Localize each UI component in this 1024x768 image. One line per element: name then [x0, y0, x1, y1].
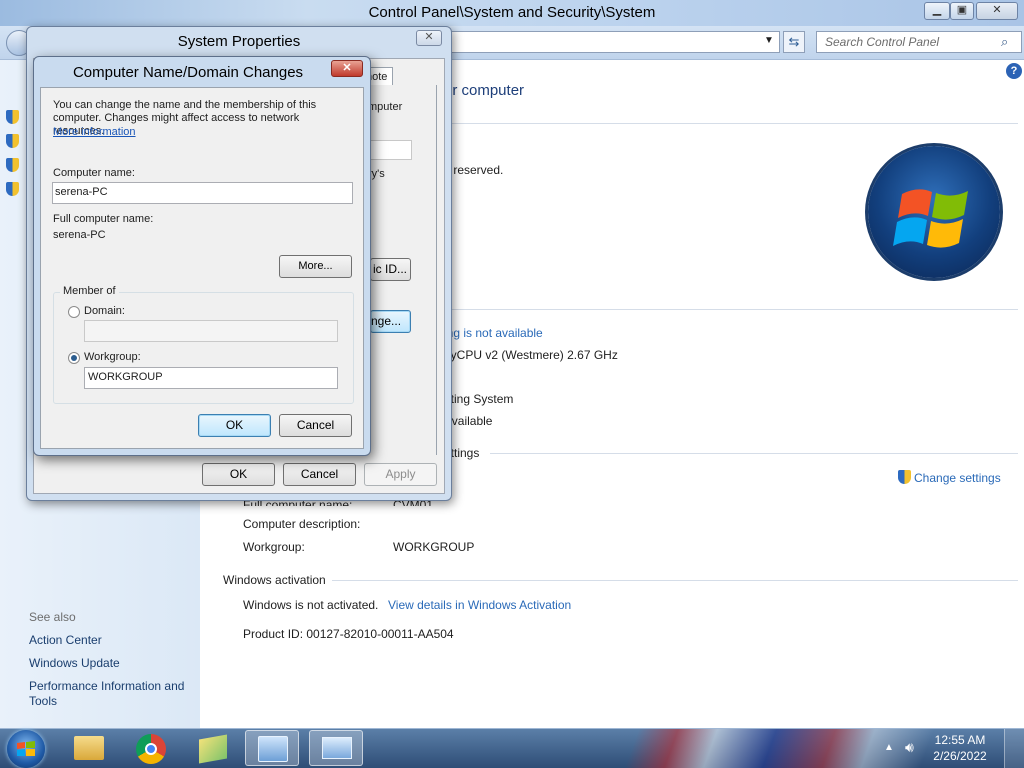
computer-name-dialog-title: Computer Name/Domain Changes [72, 64, 304, 81]
domain-input[interactable] [84, 320, 338, 342]
computer-description-label: Computer description: [243, 517, 361, 531]
sysprops-field[interactable] [370, 140, 412, 160]
taskbar-system-properties[interactable] [309, 730, 363, 766]
system-properties-title: System Properties [177, 33, 301, 50]
computer-name-dialog-close-button[interactable]: ✕ [331, 60, 363, 77]
taskbar-explorer[interactable] [62, 730, 116, 766]
change-button[interactable]: nge... [370, 310, 411, 333]
divider [444, 309, 1018, 310]
divider [332, 580, 1018, 581]
link-performance-information[interactable]: Performance Information and Tools [29, 679, 194, 709]
activation-status: Windows is not activated. [243, 598, 379, 612]
search-icon[interactable]: ⌕ [1001, 34, 1008, 50]
workgroup-radio[interactable] [68, 352, 80, 364]
control-panel-icon [258, 736, 288, 762]
full-computer-name-value: serena-PC [53, 229, 106, 241]
clock-time: 12:55 AM [934, 733, 986, 747]
search-input[interactable]: Search Control Panel [816, 31, 1022, 53]
see-also-heading: See also [29, 610, 76, 624]
divider [444, 123, 1018, 124]
workgroup-input[interactable]: WORKGROUP [84, 367, 338, 389]
computer-name-label: Computer name: [53, 167, 135, 179]
domain-label: Domain: [84, 305, 125, 317]
sysprops-cancel-button[interactable]: Cancel [283, 463, 356, 486]
windows-logo [868, 146, 1000, 278]
product-id: Product ID: 00127-82010-00011-AA504 [243, 627, 454, 641]
show-desktop-button[interactable] [1004, 729, 1024, 768]
full-computer-name-label: Full computer name: [53, 213, 154, 225]
system-properties-close-button[interactable]: ✕ [416, 30, 442, 46]
more-information-link[interactable]: More information [53, 126, 136, 138]
maximize-button[interactable]: ▣ [950, 2, 974, 20]
ok-button[interactable]: OK [198, 414, 271, 437]
help-icon[interactable]: ? [1006, 63, 1022, 79]
start-button[interactable] [7, 730, 45, 768]
workgroup-value: WORKGROUP [393, 540, 475, 554]
workgroup-label: Workgroup: [243, 540, 305, 554]
clock-date: 2/26/2022 [933, 749, 987, 763]
domain-radio[interactable] [68, 306, 80, 318]
system-type-value: ating System [444, 392, 514, 406]
minimize-button[interactable]: ▁ [924, 2, 950, 20]
page-heading: ur computer [444, 82, 525, 99]
taskbar-app[interactable] [186, 730, 240, 766]
shield-icons [6, 110, 20, 196]
link-windows-update[interactable]: Windows Update [29, 656, 120, 670]
shield-icon [6, 110, 19, 124]
shield-icon [898, 470, 911, 484]
rating-link[interactable]: ing is not available [444, 326, 543, 340]
shield-icon [6, 182, 19, 196]
tab-panel-border [436, 85, 437, 455]
taskbar-chrome[interactable] [124, 730, 178, 766]
windows-flag-icon [893, 189, 968, 248]
chevron-down-icon[interactable]: ▼ [764, 35, 774, 46]
link-action-center[interactable]: Action Center [29, 633, 102, 647]
close-button[interactable]: ✕ [976, 2, 1018, 20]
app-icon [199, 734, 227, 764]
member-of-label: Member of [60, 285, 119, 297]
divider [490, 453, 1018, 454]
shield-icon [6, 158, 19, 172]
folder-icon [74, 736, 104, 760]
cancel-button[interactable]: Cancel [279, 414, 352, 437]
change-settings-link[interactable]: Change settings [914, 471, 1001, 485]
taskbar-control-panel[interactable] [245, 730, 299, 766]
sysprops-ok-button[interactable]: OK [202, 463, 275, 486]
computer-name-input[interactable]: serena-PC [52, 182, 353, 204]
activation-heading: Windows activation [223, 573, 326, 587]
sysprops-text: mputer [368, 101, 403, 113]
activation-details-link[interactable]: View details in Windows Activation [388, 598, 571, 612]
processor-value: nyCPU v2 (Westmere) 2.67 GHz [444, 348, 618, 362]
sysprops-apply-button[interactable]: Apply [364, 463, 437, 486]
show-hidden-icons[interactable]: ▲ [884, 742, 894, 753]
window-title: Control Panel\System and Security\System [368, 4, 656, 21]
shield-icon [6, 134, 19, 148]
volume-icon[interactable]: 🔊︎ [905, 739, 914, 756]
more-button[interactable]: More... [279, 255, 352, 278]
chrome-icon [136, 734, 166, 764]
clock[interactable]: 12:55 AM 2/26/2022 [928, 732, 992, 764]
network-id-button[interactable]: ic ID... [370, 258, 411, 281]
refresh-button[interactable]: ⇆ [783, 31, 805, 53]
workgroup-label: Workgroup: [84, 351, 141, 363]
windows-flag-icon [17, 741, 35, 756]
copyright-text: s reserved. [444, 163, 504, 177]
computer-icon [322, 737, 352, 759]
taskbar-wallpaper-art [560, 729, 940, 768]
